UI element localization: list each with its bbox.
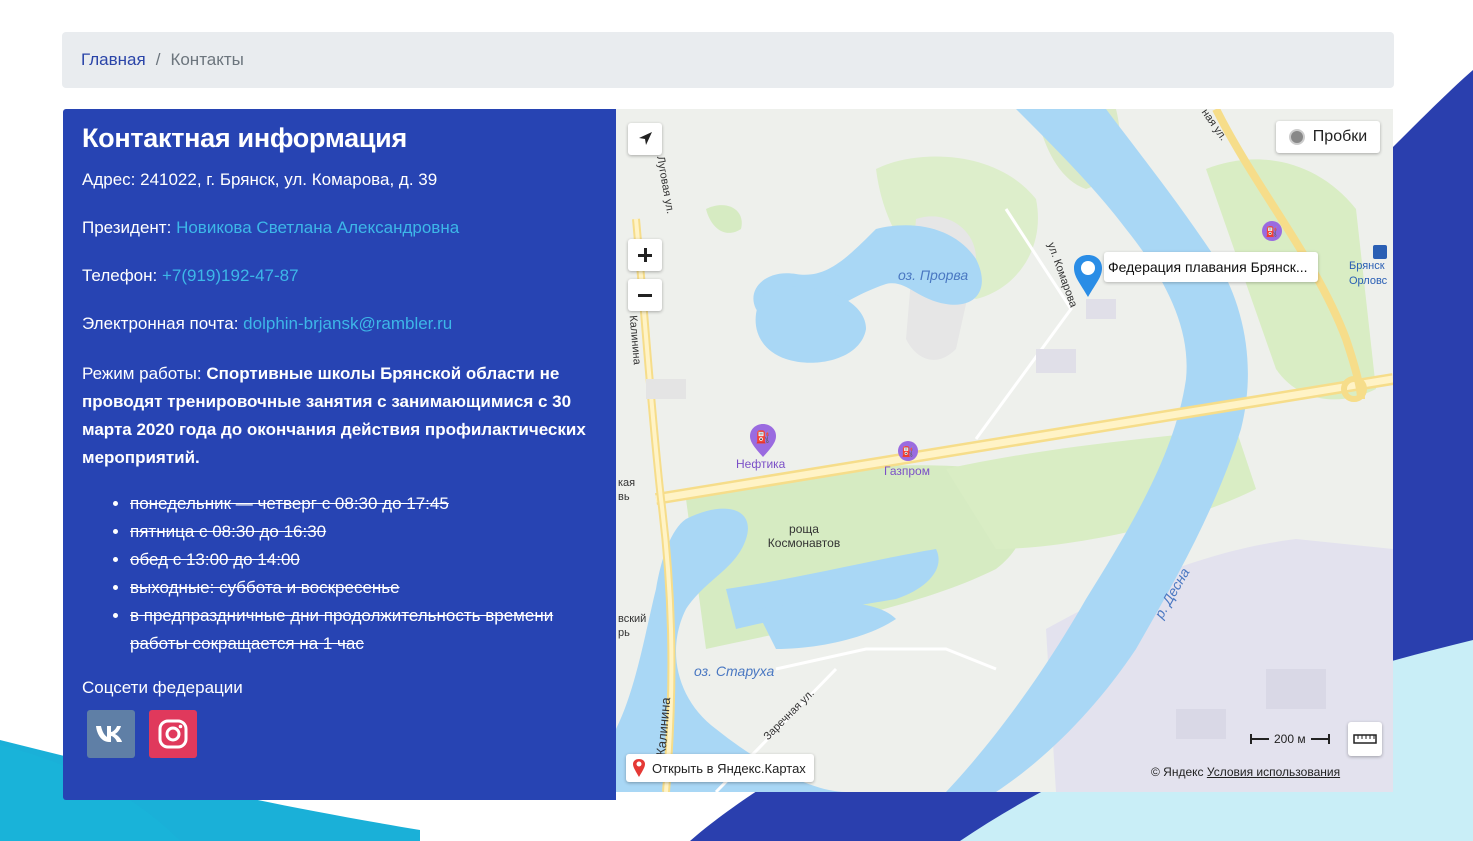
breadcrumb-home-link[interactable]: Главная xyxy=(81,50,146,70)
schedule-item: выходные: суббота и воскресенье xyxy=(130,574,596,602)
vk-button[interactable] xyxy=(87,710,135,758)
map-canvas xyxy=(616,109,1393,792)
schedule-list: понедельник — четверг с 08:30 до 17:45 п… xyxy=(82,490,596,658)
scale-label: 200 м xyxy=(1274,732,1306,746)
scale-left-icon xyxy=(1250,734,1269,744)
park-label: роща Космонавтов xyxy=(767,522,841,550)
open-in-yandex-label: Открыть в Яндекс.Картах xyxy=(652,760,806,776)
plus-icon xyxy=(638,248,652,262)
traffic-button[interactable]: Пробки xyxy=(1276,121,1380,153)
breadcrumb: Главная / Контакты xyxy=(62,32,1394,88)
schedule-item: в предпраздничные дни продолжительность … xyxy=(130,602,596,658)
zoom-out-button[interactable] xyxy=(628,279,662,311)
open-in-yandex-maps-button[interactable]: Открыть в Яндекс.Картах xyxy=(626,754,814,782)
yandex-map[interactable]: оз. Прорва оз. Старуха р. Десна Нефтика … xyxy=(616,109,1393,792)
scale-right-icon xyxy=(1310,734,1330,744)
fuel-station-icon[interactable]: ⛽ xyxy=(897,440,919,462)
instagram-icon xyxy=(158,719,188,749)
fuel-station-icon[interactable]: ⛽ xyxy=(1261,220,1283,242)
work-mode-label: Режим работы: xyxy=(82,364,202,383)
traffic-label: Пробки xyxy=(1312,128,1368,145)
president-label: Президент: xyxy=(82,218,172,237)
breadcrumb-current: Контакты xyxy=(170,50,244,69)
social-title: Соцсети федерации xyxy=(82,678,243,697)
city-label-orlovsk: Орловс xyxy=(1349,275,1388,287)
lake-label-prorva: оз. Прорва xyxy=(898,267,969,283)
instagram-button[interactable] xyxy=(149,710,197,758)
map-copyright: © Яндекс Условия использования xyxy=(1151,765,1340,779)
phone-link[interactable]: +7(919)192-47-87 xyxy=(162,266,299,285)
geolocation-button[interactable] xyxy=(628,123,662,155)
svg-text:⛽: ⛽ xyxy=(756,430,771,444)
email-link[interactable]: dolphin-brjansk@rambler.ru xyxy=(243,314,452,333)
map-edge-label: вский xyxy=(618,613,647,625)
map-pin-icon xyxy=(633,759,645,777)
city-label-bryansk: Брянск xyxy=(1349,260,1385,272)
email-label: Электронная почта: xyxy=(82,314,239,333)
ruler-icon xyxy=(1353,734,1377,744)
president-link[interactable]: Новикова Светлана Александровна xyxy=(176,218,459,237)
bus-stop-icon[interactable] xyxy=(1372,244,1388,260)
poi-label-gazprom: Газпром xyxy=(884,464,930,478)
map-edge-label: вь xyxy=(618,491,630,503)
schedule-item: обед с 13:00 до 14:00 xyxy=(130,546,596,574)
contact-title: Контактная информация xyxy=(82,123,407,153)
terms-link[interactable]: Условия использования xyxy=(1207,765,1340,779)
president-row: Президент: Новикова Светлана Александров… xyxy=(82,216,596,240)
map-edge-label: рь xyxy=(618,627,630,639)
lake-label-staruha: оз. Старуха xyxy=(694,663,775,679)
breadcrumb-separator: / xyxy=(155,50,161,69)
zoom-in-button[interactable] xyxy=(628,239,662,271)
minus-icon xyxy=(638,294,652,297)
poi-label-neftika: Нефтика xyxy=(736,457,786,471)
contact-info-panel: Контактная информация Адрес: 241022, г. … xyxy=(63,109,616,800)
map-edge-label: кая xyxy=(618,477,636,489)
phone-row: Телефон: +7(919)192-47-87 xyxy=(82,264,596,288)
ruler-button[interactable] xyxy=(1348,722,1382,756)
svg-text:⛽: ⛽ xyxy=(1266,225,1278,238)
marker-label[interactable]: Федерация плавания Брянск... xyxy=(1104,252,1318,282)
svg-text:⛽: ⛽ xyxy=(902,445,914,458)
navigation-arrow-icon xyxy=(639,132,652,145)
schedule-item: пятница с 08:30 до 16:30 xyxy=(130,518,596,546)
email-row: Электронная почта: dolphin-brjansk@rambl… xyxy=(82,312,596,336)
phone-label: Телефон: xyxy=(82,266,158,285)
fuel-station-icon[interactable]: ⛽ xyxy=(748,423,778,459)
map-scale: 200 м xyxy=(1250,732,1330,746)
vk-icon xyxy=(96,726,122,742)
copyright-text: © Яндекс xyxy=(1151,765,1204,779)
location-marker-icon[interactable] xyxy=(1071,253,1105,299)
work-mode: Режим работы: Спортивные школы Брянской … xyxy=(82,360,596,472)
address-text: Адрес: 241022, г. Брянск, ул. Комарова, … xyxy=(82,170,438,189)
schedule-item: понедельник — четверг с 08:30 до 17:45 xyxy=(130,490,596,518)
social-links xyxy=(82,710,596,758)
traffic-icon xyxy=(1288,129,1305,145)
